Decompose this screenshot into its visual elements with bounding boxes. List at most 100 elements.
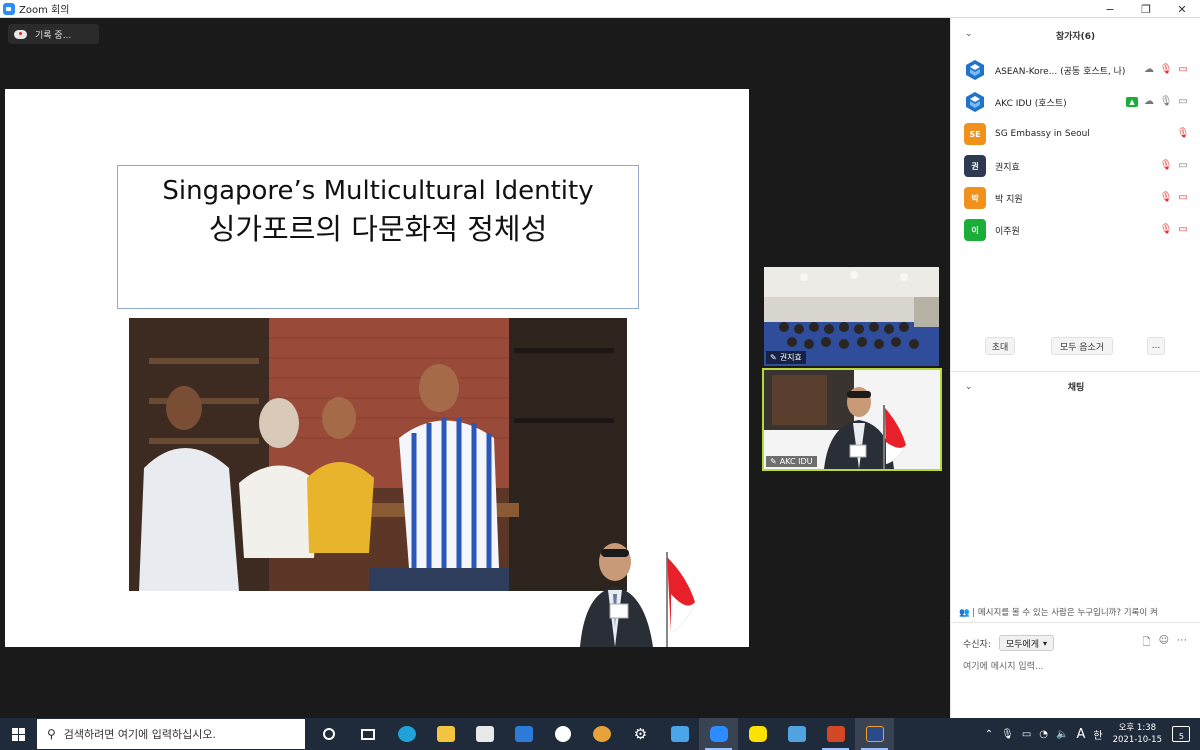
chat-title: 채팅 — [1067, 383, 1085, 393]
video-off-icon[interactable]: ▭ — [1177, 192, 1189, 204]
participant-avatar — [964, 59, 986, 81]
people-icon: 👥 — [959, 608, 970, 618]
chevron-down-icon: ▾ — [1043, 638, 1048, 648]
mic-muted-icon[interactable]: 🎙 — [1160, 192, 1173, 204]
volume-icon[interactable]: 🔈 — [1056, 729, 1068, 740]
settings-icon[interactable]: ⚙ — [621, 718, 660, 750]
chat-header: ⌄ 채팅 — [951, 371, 1200, 401]
video-tile-participant[interactable]: ✎ 권지효 — [764, 267, 939, 366]
taskbar-search[interactable]: ⚲ — [37, 719, 305, 749]
video-on-icon[interactable]: ▭ — [1177, 96, 1189, 108]
file-explorer-icon[interactable] — [426, 718, 465, 750]
mic-muted-icon[interactable]: 🎙 — [1160, 160, 1173, 172]
notification-count: 5 — [1178, 732, 1184, 741]
asean-korea-logo-icon — [966, 92, 984, 112]
taskbar-search-input[interactable] — [63, 727, 284, 741]
cloud-record-icon — [14, 29, 27, 39]
cafe-photo-illustration — [129, 318, 627, 591]
windows-taskbar: ⚲ ⚙ ⌃ 🎙 ▭ ◔ 🔈 A 한 오후 1:38 2021-10-15 5 — [0, 718, 1200, 750]
chat-message-input[interactable] — [963, 659, 1183, 675]
chat-visibility-notice[interactable]: 👥 | 메시지를 볼 수 있는 사람은 누구입니까? 기록이 켜 — [959, 606, 1200, 618]
presenter-figure — [580, 543, 695, 647]
recipient-select[interactable]: 모두에게 ▾ — [998, 635, 1055, 651]
wifi-icon[interactable]: ◔ — [1039, 729, 1048, 740]
more-options-button[interactable]: ... — [1147, 337, 1165, 355]
pin-icon: ✎ — [770, 457, 777, 466]
zoom-app-icon — [3, 2, 15, 15]
ime-mode[interactable]: A — [1076, 727, 1085, 742]
cloud-record-icon: ☁ — [1144, 64, 1154, 75]
taskbar-clock[interactable]: 오후 1:38 2021-10-15 — [1113, 722, 1162, 746]
windows-logo-icon — [12, 727, 25, 741]
mic-muted-icon[interactable]: 🎙 — [1160, 224, 1173, 236]
mic-muted-icon[interactable]: 🎙 — [1160, 64, 1173, 76]
paint-icon[interactable] — [582, 718, 621, 750]
window-title: Zoom 회의 — [19, 5, 70, 16]
recording-indicator[interactable]: 기록 중... — [8, 24, 99, 44]
minimize-button[interactable]: − — [1092, 0, 1128, 18]
cortana-icon[interactable] — [309, 718, 348, 750]
cloud-record-icon: ☁ — [1144, 96, 1154, 107]
video-tile-label: ✎ 권지효 — [766, 351, 806, 364]
language-indicator[interactable]: 한 — [1093, 727, 1102, 742]
video-tile-name: AKC IDU — [779, 457, 813, 466]
mail-icon[interactable] — [504, 718, 543, 750]
participant-avatar: 박 — [964, 187, 986, 209]
window-controls: − ❐ ✕ — [1092, 0, 1200, 18]
participant-row[interactable]: 박 박 지원 🎙 ▭ — [964, 186, 1200, 210]
powerpoint-icon[interactable] — [816, 718, 855, 750]
video-tile-label: ✎ AKC IDU — [766, 456, 817, 467]
slide-title-box: Singapore’s Multicultural Identity 싱가포르의… — [117, 165, 639, 309]
search-icon: ⚲ — [47, 727, 56, 741]
edge-icon[interactable] — [387, 718, 426, 750]
kakaotalk-icon[interactable] — [738, 718, 777, 750]
slide-photo — [129, 318, 627, 591]
participant-row[interactable]: SE SG Embassy in Seoul 🎙 — [964, 122, 1200, 146]
pin-icon: ✎ — [770, 353, 777, 362]
recording-label: 기록 중... — [35, 30, 72, 41]
participant-row[interactable]: 권 권지효 🎙 ▭ — [964, 154, 1200, 178]
video-off-icon[interactable]: ▭ — [1177, 224, 1189, 236]
video-off-icon[interactable]: ▭ — [1177, 64, 1189, 76]
maximize-button[interactable]: ❐ — [1128, 0, 1164, 18]
system-tray: ⌃ 🎙 ▭ ◔ 🔈 A 한 오후 1:38 2021-10-15 5 — [981, 718, 1200, 750]
notification-center-icon[interactable]: 5 — [1172, 726, 1190, 742]
mic-on-icon[interactable]: 🎙 — [1160, 96, 1173, 108]
battery-icon[interactable]: ▭ — [1022, 729, 1031, 740]
mic-icon[interactable]: 🎙 — [1001, 729, 1014, 740]
mic-muted-icon[interactable]: 🎙 — [1177, 128, 1190, 140]
app-window-icon[interactable] — [660, 718, 699, 750]
clock-date: 2021-10-15 — [1112, 735, 1162, 745]
participants-title: 참가자(6) — [1055, 31, 1096, 42]
window-titlebar: Zoom 회의 − ❐ ✕ — [0, 0, 1200, 18]
file-icon[interactable]: 🗋 — [1143, 635, 1151, 652]
start-button[interactable] — [0, 718, 37, 750]
emoji-icon[interactable]: ☺ — [1159, 635, 1169, 652]
presenter-video-overlay — [575, 532, 705, 647]
app-w-icon[interactable] — [855, 718, 894, 750]
video-on-icon[interactable]: ▭ — [1177, 160, 1189, 172]
zoom-taskbar-icon[interactable] — [699, 718, 738, 750]
slide-title-english: Singapore’s Multicultural Identity — [162, 176, 594, 206]
asean-korea-logo-icon — [966, 60, 984, 80]
close-button[interactable]: ✕ — [1164, 0, 1200, 18]
photos-icon[interactable] — [777, 718, 816, 750]
screen-share-icon: ▲ — [1126, 97, 1138, 107]
participant-row[interactable]: 이 이주원 🎙 ▭ — [964, 218, 1200, 242]
participants-header: ⌄ 참가자(6) — [951, 18, 1200, 52]
task-view-icon[interactable] — [348, 718, 387, 750]
participant-name: ASEAN-Kore... (공동 호스트, 나) — [995, 66, 1126, 77]
chevron-up-icon[interactable]: ⌃ — [985, 729, 993, 740]
participant-row[interactable]: ASEAN-Kore... (공동 호스트, 나) ☁ 🎙 ▭ — [964, 58, 1200, 82]
side-panel: ⌄ 참가자(6) ASEAN-Kore... (공동 호스트, 나) ☁ 🎙 ▭ — [950, 18, 1200, 718]
meeting-area: 기록 중... Singapore’s Multicultural Identi… — [0, 18, 950, 718]
invite-button[interactable]: 초대 — [985, 337, 1015, 355]
video-tile-active-speaker[interactable]: ✎ AKC IDU — [762, 368, 942, 471]
participant-row[interactable]: AKC IDU (호스트) ▲ ☁ 🎙 ▭ — [964, 90, 1200, 114]
store-icon[interactable] — [465, 718, 504, 750]
mute-all-button[interactable]: 모두 음소거 — [1051, 337, 1113, 355]
dell-icon[interactable] — [543, 718, 582, 750]
more-icon[interactable]: ⋯ — [1177, 635, 1187, 652]
shared-screen-slide: Singapore’s Multicultural Identity 싱가포르의… — [5, 89, 749, 647]
chevron-down-icon[interactable]: ⌄ — [965, 29, 973, 39]
